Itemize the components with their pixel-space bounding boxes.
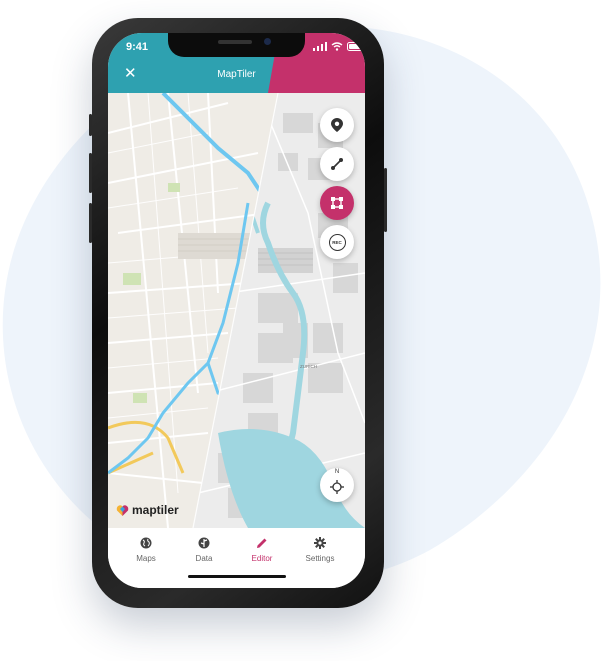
tab-settings[interactable]: Settings xyxy=(288,536,352,563)
logo-text: maptiler xyxy=(132,503,179,517)
map-pin-icon xyxy=(331,118,343,132)
battery-icon xyxy=(347,42,365,51)
locate-icon xyxy=(330,480,344,494)
bottom-tab-bar: Maps Data Editor Settings xyxy=(108,528,365,588)
home-indicator xyxy=(188,575,286,578)
pencil-icon xyxy=(257,538,267,548)
compass-north-label: N xyxy=(334,469,340,475)
wifi-icon xyxy=(331,42,343,51)
rec-label: REC xyxy=(332,239,342,245)
record-button[interactable]: REC xyxy=(320,225,354,259)
signal-icon xyxy=(313,42,327,51)
maptiler-logo-icon xyxy=(116,504,129,516)
page-title: MapTiler xyxy=(217,69,256,80)
draw-line-button[interactable] xyxy=(320,147,354,181)
map-city-label: ZURICH xyxy=(300,364,317,369)
draw-polygon-button[interactable] xyxy=(320,186,354,220)
gear-icon xyxy=(314,537,326,549)
tab-settings-label: Settings xyxy=(305,554,335,563)
status-time: 9:41 xyxy=(126,41,149,53)
notch xyxy=(168,33,305,57)
rec-icon: REC xyxy=(328,233,346,251)
line-draw-icon xyxy=(331,158,343,170)
add-marker-button[interactable] xyxy=(320,108,354,142)
status-icons xyxy=(313,42,365,51)
app-screen: 9:41 ✕ MapTiler ZURICH REC N maptiler Ma… xyxy=(108,33,365,588)
tab-maps-label: Maps xyxy=(136,554,156,563)
tab-maps[interactable]: Maps xyxy=(114,536,178,563)
data-icon xyxy=(198,537,210,549)
polygon-draw-icon xyxy=(331,197,343,209)
tab-data[interactable]: Data xyxy=(172,536,236,563)
globe-icon xyxy=(140,537,152,549)
tab-editor[interactable]: Editor xyxy=(230,536,294,563)
tab-editor-label: Editor xyxy=(251,554,273,563)
tab-data-label: Data xyxy=(195,554,213,563)
maptiler-logo: maptiler xyxy=(116,503,179,517)
compass-button[interactable]: N xyxy=(320,468,354,502)
